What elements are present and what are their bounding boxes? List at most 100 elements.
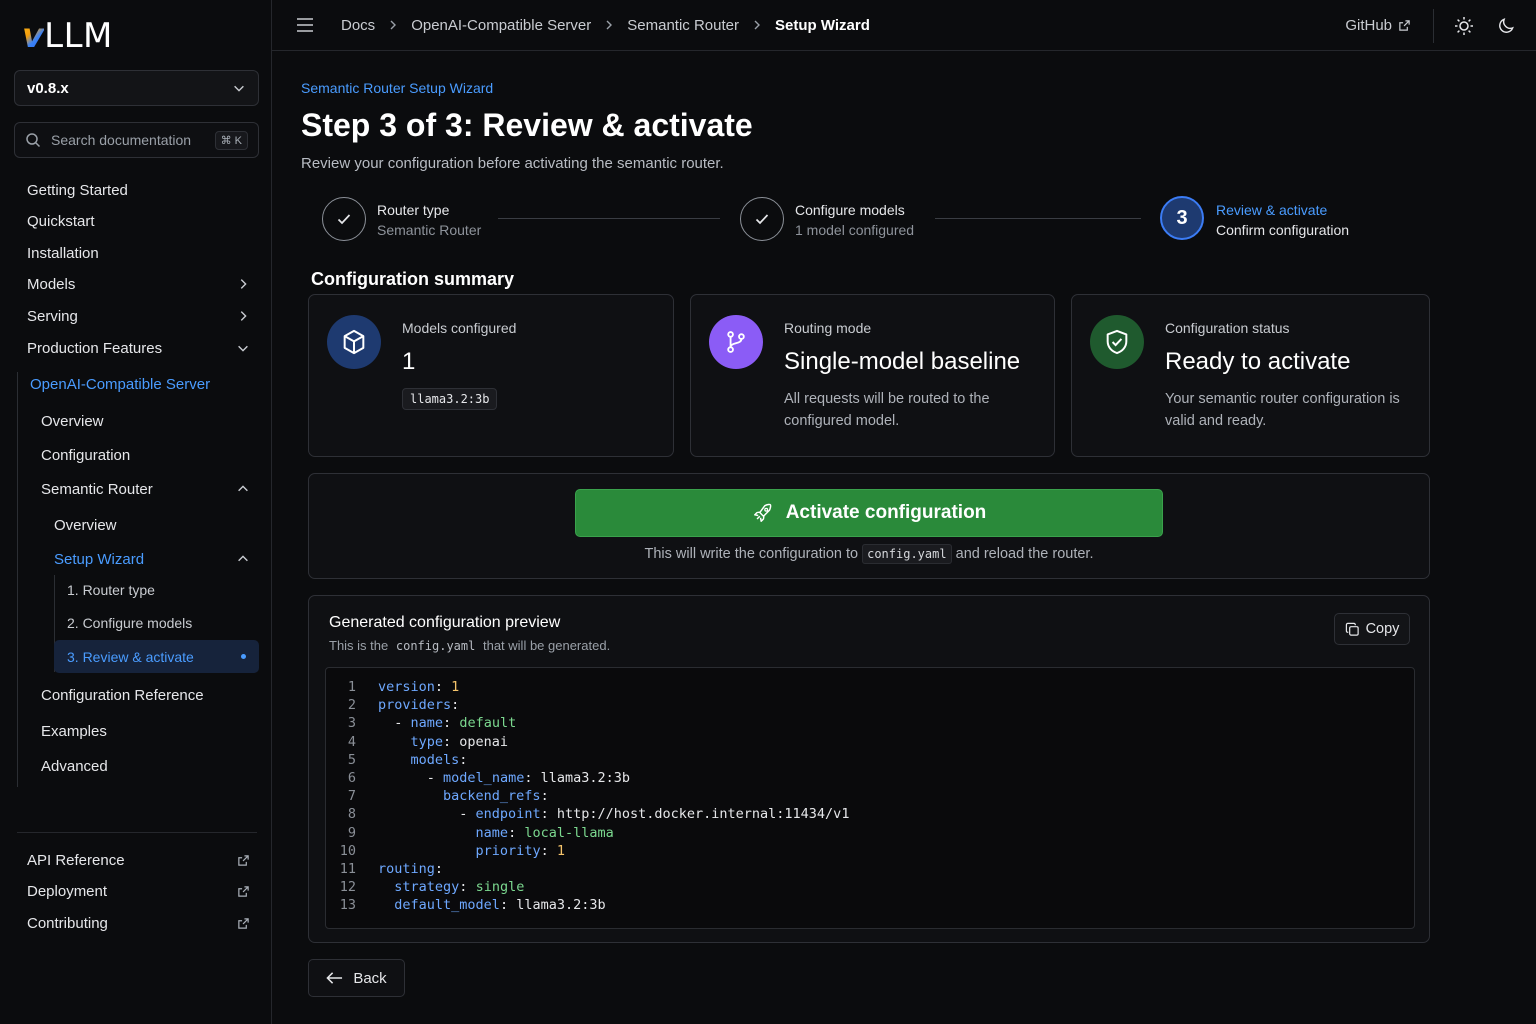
sidebar-item-label: Advanced — [41, 757, 108, 775]
sidebar-item-production-features[interactable]: Production Features — [27, 334, 250, 362]
sidebar-item-advanced[interactable]: Advanced — [41, 752, 250, 780]
yaml-key: model_name — [443, 770, 525, 787]
sidebar-item-label: 3. Review & activate — [67, 648, 194, 665]
list-dash: - — [459, 806, 476, 823]
routing-mode-desc: All requests will be routed to the confi… — [784, 391, 990, 429]
yaml-colon: : — [434, 679, 452, 695]
config-preview-panel: Generated configuration preview This is … — [308, 595, 1430, 943]
activate-configuration-button[interactable]: Activate configuration — [575, 489, 1163, 537]
dark-theme-button[interactable] — [1494, 14, 1518, 38]
yaml-value: http://host.docker.internal:11434/v1 — [556, 806, 850, 823]
step-1-title: Router type — [377, 202, 450, 218]
search-icon — [26, 133, 41, 148]
sidebar-item-setup-wizard[interactable]: Setup Wizard — [54, 545, 250, 573]
sidebar-item-label: Models — [27, 275, 76, 293]
sidebar-item-label: Installation — [27, 244, 99, 262]
current-page-dot — [241, 654, 246, 659]
vllm-logo[interactable]: v LLM — [22, 18, 113, 54]
yaml-colon: : — [499, 897, 517, 914]
shield-icon-badge — [1090, 315, 1144, 369]
code-line: 13 default_model: llama3.2:3b — [326, 896, 849, 914]
models-count: 1 — [402, 348, 416, 375]
yaml-value: 1 — [451, 679, 460, 695]
line-number: 8 — [347, 806, 356, 823]
sidebar-item-examples[interactable]: Examples — [41, 717, 250, 745]
sidebar-item-serving[interactable]: Serving — [27, 302, 250, 330]
check-icon — [337, 214, 351, 225]
sidebar-item-installation[interactable]: Installation — [27, 239, 250, 267]
breadcrumb: Docs OpenAI-Compatible Server Semantic R… — [341, 17, 870, 34]
copy-button[interactable]: Copy — [1334, 613, 1410, 645]
yaml-colon: : — [451, 697, 460, 714]
sidebar-item-configure-models[interactable]: 2. Configure models — [67, 609, 250, 637]
card-label: Routing mode — [784, 320, 872, 336]
chevron-up-icon — [238, 555, 248, 562]
chevron-right-icon — [240, 279, 247, 289]
code-block[interactable]: 1 version: 1 2 providers: 3 - name: default 4… — [325, 667, 1415, 929]
summary-card-routing: Routing mode Single-model baseline All r… — [690, 294, 1055, 457]
code-line: 9 name: local-llama — [326, 824, 849, 842]
sidebar-item-quickstart[interactable]: Quickstart — [27, 207, 250, 235]
line-number: 13 — [339, 897, 356, 914]
sidebar-item-getting-started[interactable]: Getting Started — [27, 176, 250, 204]
light-theme-button[interactable] — [1452, 14, 1476, 38]
code-lines: 1 version: 1 2 providers: 3 - name: default 4… — [326, 678, 850, 915]
app: v LLM v0.8.x Search documentation ⌘ K Ge… — [0, 0, 1536, 1024]
sidebar-item-label: API Reference — [27, 851, 125, 869]
breadcrumb-docs[interactable]: Docs — [341, 17, 375, 34]
model-chip: llama3.2:3b — [402, 388, 498, 410]
yaml-value: 1 — [556, 842, 565, 859]
sidebar-item-semantic-overview[interactable]: Overview — [54, 511, 250, 539]
sun-icon — [1455, 16, 1473, 35]
version-select[interactable]: v0.8.x — [14, 70, 259, 106]
yaml-value: openai — [459, 733, 509, 750]
sidebar-item-configuration[interactable]: Configuration — [41, 441, 250, 469]
menu-icon[interactable] — [296, 18, 314, 32]
sidebar-link-api-reference[interactable]: API Reference — [27, 846, 250, 874]
chevron-down-icon — [234, 85, 244, 92]
sidebar-link-contributing[interactable]: Contributing — [27, 909, 250, 937]
sidebar-item-label: Getting Started — [27, 181, 128, 199]
code-line: 1 version: 1 — [326, 678, 849, 696]
sidebar-item-openai-compatible-server[interactable]: OpenAI-Compatible Server — [30, 370, 250, 398]
cube-icon — [343, 329, 365, 355]
preview-sub-after: that will be generated. — [482, 638, 611, 653]
sidebar-divider — [17, 832, 257, 833]
sidebar-item-review-activate[interactable]: 3. Review & activate — [54, 640, 259, 673]
sidebar-item-configuration-reference[interactable]: Configuration Reference — [41, 681, 250, 709]
yaml-key: providers — [378, 697, 452, 714]
yaml-key: name — [475, 824, 509, 841]
sidebar-item-models[interactable]: Models — [27, 270, 250, 298]
line-number: 7 — [347, 788, 356, 805]
external-link-icon — [238, 854, 249, 866]
sidebar-item-label: Deployment — [27, 882, 108, 900]
external-link-icon — [238, 885, 249, 897]
sidebar-item-router-type[interactable]: 1. Router type — [67, 576, 250, 604]
yaml-key: backend_refs — [443, 788, 541, 805]
line-number: 2 — [347, 697, 356, 714]
code-line: 3 - name: default — [326, 714, 849, 732]
toolbar-divider — [1433, 8, 1434, 43]
step-3-number: 3 — [1176, 206, 1188, 229]
activate-note: This will write the configuration to con… — [309, 544, 1429, 564]
page-title: Step 3 of 3: Review & activate — [301, 107, 753, 143]
shield-check-icon — [1106, 329, 1128, 355]
sidebar-item-semantic-router[interactable]: Semantic Router — [41, 475, 250, 503]
sidebar-item-overview[interactable]: Overview — [41, 407, 250, 435]
yaml-value: single — [475, 879, 525, 896]
search-input[interactable]: Search documentation ⌘ K — [14, 122, 259, 158]
github-link[interactable]: GitHub — [1345, 17, 1411, 34]
check-icon — [755, 214, 769, 225]
breadcrumb-semantic-router[interactable]: Semantic Router — [627, 17, 739, 34]
summary-card-status: Configuration status Ready to activate Y… — [1071, 294, 1430, 457]
breadcrumb-openai-server[interactable]: OpenAI-Compatible Server — [411, 17, 591, 34]
branch-icon-badge — [709, 315, 763, 369]
back-button[interactable]: Back — [308, 959, 405, 997]
yaml-key: name — [410, 715, 444, 732]
sidebar-link-deployment[interactable]: Deployment — [27, 877, 250, 905]
line-number: 11 — [339, 861, 356, 878]
yaml-key: priority — [475, 842, 541, 859]
